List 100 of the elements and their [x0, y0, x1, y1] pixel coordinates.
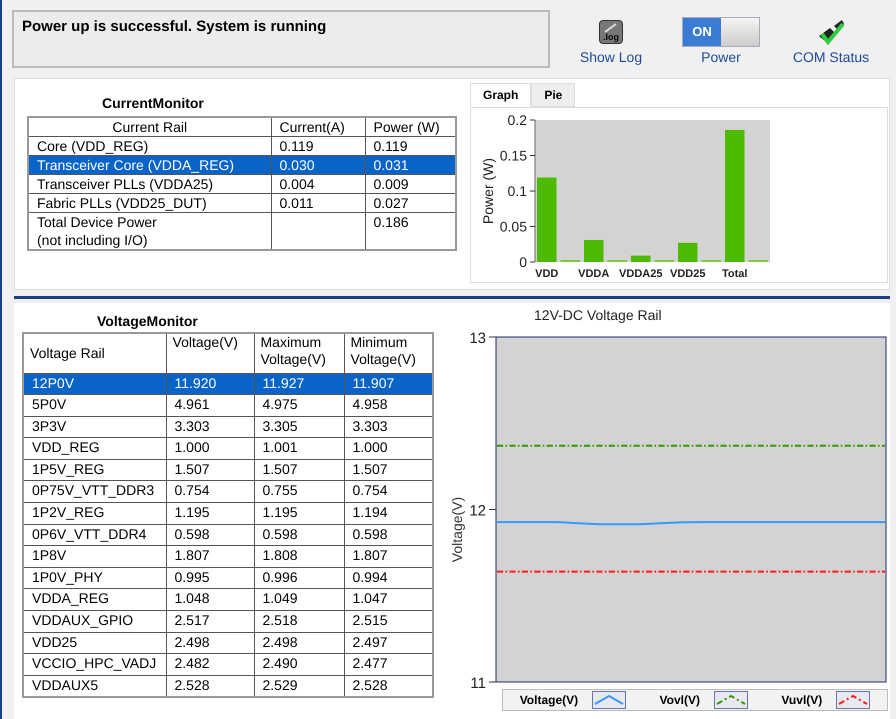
- table-cell: 2.498: [166, 632, 254, 654]
- tick-label: 0: [519, 254, 527, 270]
- tab[interactable]: Pie: [531, 83, 576, 107]
- log-file-icon[interactable]: .log: [599, 20, 623, 44]
- table-cell: 11.920: [166, 373, 254, 395]
- table-cell: 0.119: [365, 136, 456, 156]
- table-cell: 2.517: [166, 610, 254, 632]
- category-label: VDD: [535, 268, 558, 280]
- table-cell: 1.047: [344, 588, 433, 611]
- table-cell: 3P3V: [23, 416, 166, 438]
- category-label: VDDA: [578, 268, 610, 280]
- table-row[interactable]: 1P2V_REG 1.195 1.195 1.194: [23, 502, 433, 524]
- table-cell: 2.518: [254, 610, 344, 632]
- table-cell: VDD25: [23, 632, 166, 654]
- table-row[interactable]: 1P5V_REG 1.507 1.507 1.507: [23, 459, 433, 481]
- table-cell: 0.755: [254, 480, 344, 503]
- table-cell: 1P5V_REG: [23, 459, 166, 481]
- table-row[interactable]: Transceiver Core (VDDA_REG) 0.030 0.031: [28, 156, 456, 174]
- table-row[interactable]: 12P0V 11.920 11.927 11.907: [23, 373, 433, 395]
- table-cell: 0.009: [365, 174, 456, 194]
- table-cell: 3.303: [166, 416, 254, 438]
- table-row[interactable]: Fabric PLLs (VDD25_DUT) 0.011 0.027: [28, 194, 456, 212]
- table-cell: 2.528: [166, 675, 254, 697]
- tick-label: 0.1: [508, 183, 527, 199]
- power-switch[interactable]: ON: [682, 17, 760, 47]
- table-cell: 1.807: [344, 546, 433, 568]
- table-title: VoltageMonitor: [97, 313, 198, 329]
- table-cell: 11.927: [254, 373, 344, 395]
- table-cell: 0.027: [365, 194, 456, 212]
- table-row[interactable]: VDD_REG 1.000 1.001 1.000: [23, 438, 433, 460]
- table-row[interactable]: VDD25 2.498 2.498 2.497: [23, 632, 433, 654]
- table-cell: 1.807: [166, 546, 254, 568]
- table-cell: VDD_REG: [23, 438, 166, 460]
- table-cell: 1.195: [254, 502, 344, 524]
- table-cell: Current Rail: [28, 117, 271, 136]
- legend-label: Vuvl(V): [781, 692, 822, 709]
- table-row[interactable]: VDDA_REG 1.048 1.049 1.047: [23, 588, 433, 611]
- table-cell: Minimum Voltage(V): [344, 333, 433, 373]
- table-row[interactable]: 0P75V_VTT_DDR3 0.754 0.755 0.754: [23, 480, 433, 503]
- tick-label: 12: [469, 502, 486, 520]
- table-cell: 1.808: [254, 546, 344, 568]
- table-cell: 3.305: [254, 416, 344, 438]
- table-row[interactable]: 3P3V 3.303 3.305 3.303: [23, 416, 433, 438]
- table-cell: 1.507: [166, 459, 254, 481]
- table-cell: Total Device Power (not including I/O): [28, 212, 271, 250]
- table-cell: 0.598: [344, 524, 433, 546]
- table-row[interactable]: Total Device Power (not including I/O) 0.186: [28, 212, 456, 250]
- table-cell: 1.507: [344, 459, 433, 481]
- table-row[interactable]: VDDAUX_GPIO 2.517 2.518 2.515: [23, 610, 433, 632]
- category-label: Total: [722, 268, 748, 280]
- table-cell: 4.958: [344, 394, 433, 416]
- tick-label: 11: [470, 675, 486, 689]
- table-cell: VDDAUX5: [23, 675, 166, 697]
- table-cell: 1.195: [166, 502, 254, 524]
- table-cell: 2.477: [344, 654, 433, 676]
- table-cell: 11.907: [344, 373, 433, 395]
- table-row[interactable]: 1P0V_PHY 0.995 0.996 0.994: [23, 567, 433, 589]
- table-cell: 0.995: [166, 567, 254, 589]
- axis-title: Voltage(V): [449, 496, 465, 562]
- table-row[interactable]: Core (VDD_REG) 0.119 0.119: [28, 136, 456, 156]
- table-row[interactable]: VDDAUX5 2.528 2.529 2.528: [23, 675, 433, 697]
- table-row[interactable]: VCCIO_HPC_VADJ 2.482 2.490 2.477: [23, 654, 433, 676]
- table-cell: Transceiver PLLs (VDDA25): [28, 174, 271, 194]
- tab[interactable]: Graph: [470, 83, 532, 107]
- table-cell: 0P6V_VTT_DDR4: [23, 524, 166, 546]
- toolbar-label: Show Log: [580, 48, 642, 66]
- table-cell: 1.507: [254, 459, 344, 481]
- table-cell: Core (VDD_REG): [28, 136, 271, 156]
- table-cell: 1.001: [254, 438, 344, 460]
- table-row[interactable]: 1P8V 1.807 1.808 1.807: [23, 546, 433, 568]
- table-cell: Voltage(V): [166, 333, 254, 373]
- table-cell: 2.497: [344, 632, 433, 654]
- table-cell: 0.031: [365, 156, 456, 174]
- table-cell: 0.754: [166, 480, 254, 503]
- table-row[interactable]: Transceiver PLLs (VDDA25) 0.004 0.009: [28, 174, 456, 194]
- table-cell: 0P75V_VTT_DDR3: [23, 480, 166, 503]
- table-title: CurrentMonitor: [102, 95, 204, 111]
- table-cell: Maximum Voltage(V): [254, 333, 344, 373]
- table-cell: 1.000: [344, 438, 433, 460]
- table-cell: 2.515: [344, 610, 433, 632]
- log-label: .log: [603, 32, 619, 42]
- table-cell: Current(A): [271, 117, 365, 136]
- table-cell: VDDAUX_GPIO: [23, 610, 166, 632]
- table-cell: 2.498: [254, 632, 344, 654]
- table-row[interactable]: 0P6V_VTT_DDR4 0.598 0.598 0.598: [23, 524, 433, 546]
- bar: [631, 256, 650, 262]
- pencil-icon: [604, 23, 618, 33]
- table-cell: 1.000: [166, 438, 254, 460]
- table-cell: Voltage Rail: [23, 333, 166, 373]
- table-cell: 0.030: [271, 156, 365, 174]
- table-cell: 1P8V: [23, 546, 166, 568]
- category-label: VDDA25: [619, 268, 662, 280]
- category-label: VDD25: [670, 268, 706, 280]
- table-row[interactable]: 5P0V 4.961 4.975 4.958: [23, 394, 433, 416]
- table-cell: 0.011: [271, 194, 365, 212]
- table-cell: 2.529: [254, 675, 344, 697]
- table-cell: 1.049: [254, 588, 344, 611]
- table-cell: 0.994: [344, 567, 433, 589]
- bar: [678, 242, 698, 262]
- table-cell: 3.303: [344, 416, 433, 438]
